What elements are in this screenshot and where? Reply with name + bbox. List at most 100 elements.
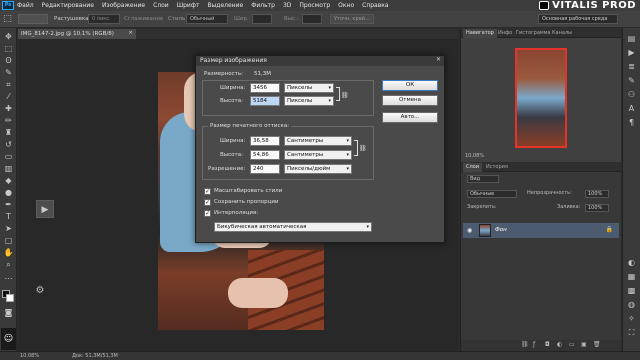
resolution-input[interactable]: 240: [250, 164, 280, 174]
color-panel-icon[interactable]: ◍: [626, 300, 637, 310]
quick-mask-icon[interactable]: ◙: [3, 308, 14, 318]
menu-type[interactable]: Шрифт: [177, 2, 200, 9]
workspace-select[interactable]: Основная рабочая среда: [538, 14, 618, 24]
tab-history[interactable]: История: [483, 163, 511, 172]
new-layer-icon[interactable]: ▣: [581, 341, 587, 348]
brush-tool-icon[interactable]: ✏: [3, 116, 14, 126]
menu-file[interactable]: Файл: [17, 2, 34, 9]
trash-icon[interactable]: 🗑: [593, 341, 601, 348]
play-overlay-icon[interactable]: ▶: [36, 200, 54, 218]
menu-window[interactable]: Окно: [338, 2, 354, 9]
clone-source-icon[interactable]: ⚇: [626, 90, 637, 100]
path-select-tool-icon[interactable]: ➤: [3, 224, 14, 234]
style-select[interactable]: Обычный: [186, 14, 228, 24]
menu-image[interactable]: Изображение: [102, 2, 145, 9]
menu-3d[interactable]: 3D: [283, 2, 291, 9]
tab-navigator[interactable]: Навигатор: [463, 29, 497, 38]
healing-tool-icon[interactable]: ✚: [3, 104, 14, 114]
print-width-input[interactable]: 36,58: [250, 136, 280, 146]
type-tool-icon[interactable]: T: [3, 212, 14, 222]
zoom-tool-icon[interactable]: ⌕: [3, 260, 14, 270]
paragraph-panel-icon[interactable]: ¶: [626, 118, 637, 128]
actions-panel-icon[interactable]: ▶: [626, 48, 637, 58]
tab-layers[interactable]: Слои: [463, 163, 482, 172]
background-color-swatch[interactable]: [6, 294, 14, 302]
menu-select[interactable]: Выделение: [207, 2, 243, 9]
height-field[interactable]: [302, 14, 322, 24]
navigator-zoom[interactable]: 10,08%: [465, 153, 484, 159]
resample-method-select[interactable]: Бикубическая автоматическая ▾: [214, 222, 372, 232]
folder-icon[interactable]: ▭: [569, 341, 575, 348]
document-tab[interactable]: IMG_8147-2.jpg @ 10,1% (RGB/8) ×: [18, 29, 136, 39]
dialog-title-bar[interactable]: Размер изображения ✕: [196, 56, 444, 66]
auto-button[interactable]: Авто...: [382, 112, 438, 123]
fx-icon[interactable]: ƒ: [533, 341, 535, 348]
settings-overlay-icon[interactable]: ⚙: [33, 285, 47, 299]
tab-channels[interactable]: Каналы: [549, 29, 575, 38]
eye-icon[interactable]: ◉: [467, 227, 472, 234]
width-px-unit-select[interactable]: Пикселы ▾: [284, 83, 334, 93]
history-panel-icon[interactable]: ▤: [626, 34, 637, 44]
ok-button[interactable]: ОК: [382, 80, 438, 91]
character-panel-icon[interactable]: A: [626, 104, 637, 114]
pen-tool-icon[interactable]: ✒: [3, 200, 14, 210]
stamp-tool-icon[interactable]: ♜: [3, 128, 14, 138]
menu-edit[interactable]: Редактирование: [42, 2, 94, 9]
selection-mode-buttons[interactable]: [18, 14, 48, 24]
adjustments-panel-icon[interactable]: ◐: [626, 258, 637, 268]
feather-field[interactable]: 0 пикс.: [88, 14, 120, 24]
cancel-button[interactable]: Отмена: [382, 95, 438, 106]
navigator-thumbnail[interactable]: [515, 48, 567, 148]
notes-panel-icon[interactable]: ⛶: [626, 328, 637, 338]
crop-tool-icon[interactable]: ⌗: [3, 80, 14, 90]
print-height-unit-select[interactable]: Сантиметры ▾: [284, 150, 352, 160]
blend-mode-select[interactable]: Обычные: [467, 190, 517, 198]
height-px-unit-select[interactable]: Пикселы ▾: [284, 96, 334, 106]
marquee-tool-icon[interactable]: ⬚: [3, 44, 14, 54]
lasso-tool-icon[interactable]: ʘ: [3, 56, 14, 66]
brush-panel-icon[interactable]: ✎: [626, 76, 637, 86]
resolution-unit-select[interactable]: Пикселы/дюйм ▾: [284, 164, 352, 174]
close-tab-icon[interactable]: ×: [128, 30, 133, 36]
eraser-tool-icon[interactable]: ▭: [3, 152, 14, 162]
status-zoom[interactable]: 10,08%: [20, 353, 39, 359]
menu-view[interactable]: Просмотр: [299, 2, 330, 9]
lock-icon[interactable]: 🔒: [606, 226, 613, 233]
paths-panel-icon[interactable]: ✧: [626, 314, 637, 324]
properties-panel-icon[interactable]: ≣: [626, 62, 637, 72]
hand-tool-icon[interactable]: ✋: [3, 248, 14, 258]
more-tools-icon[interactable]: ⋯: [3, 274, 14, 284]
close-icon[interactable]: ✕: [436, 56, 441, 63]
smooth-label[interactable]: Сглаживание: [124, 16, 163, 22]
menu-filter[interactable]: Фильтр: [251, 2, 275, 9]
styles-panel-icon[interactable]: ▦: [626, 272, 637, 282]
photoshop-logo-icon[interactable]: Ps: [2, 1, 14, 10]
link-layers-icon[interactable]: ⛓: [521, 341, 529, 348]
shape-tool-icon[interactable]: ▢: [3, 236, 14, 246]
opacity-field[interactable]: 100%: [585, 190, 609, 198]
swatches-panel-icon[interactable]: ▩: [626, 286, 637, 296]
dodge-tool-icon[interactable]: ●: [3, 188, 14, 198]
constrain-checkbox[interactable]: ✓: [204, 199, 211, 206]
menu-layers[interactable]: Слои: [153, 2, 169, 9]
width-px-input[interactable]: 3456: [250, 83, 280, 93]
mask-icon[interactable]: ◘: [545, 341, 550, 348]
history-brush-tool-icon[interactable]: ↺: [3, 140, 14, 150]
layer-row[interactable]: ◉ Фон 🔒: [463, 223, 619, 238]
height-px-input[interactable]: 5184: [250, 96, 280, 106]
adjustment-icon[interactable]: ◐: [557, 341, 562, 348]
fill-field[interactable]: 100%: [585, 204, 609, 212]
menu-help[interactable]: Справка: [362, 2, 388, 9]
eyedropper-tool-icon[interactable]: ⁄: [3, 92, 14, 102]
tab-histogram[interactable]: Гистограмма: [513, 29, 554, 38]
gradient-tool-icon[interactable]: ▥: [3, 164, 14, 174]
layer-kind-filter[interactable]: Вид: [467, 175, 499, 183]
print-height-input[interactable]: 54,86: [250, 150, 280, 160]
scale-styles-checkbox[interactable]: ✓: [204, 188, 211, 195]
move-tool-icon[interactable]: ✥: [3, 32, 14, 42]
quick-select-tool-icon[interactable]: ✎: [3, 68, 14, 78]
resample-checkbox[interactable]: ✓: [204, 210, 211, 217]
print-width-unit-select[interactable]: Сантиметры ▾: [284, 136, 352, 146]
blur-tool-icon[interactable]: ◆: [3, 176, 14, 186]
marquee-tool-icon[interactable]: ⬚: [2, 14, 13, 24]
